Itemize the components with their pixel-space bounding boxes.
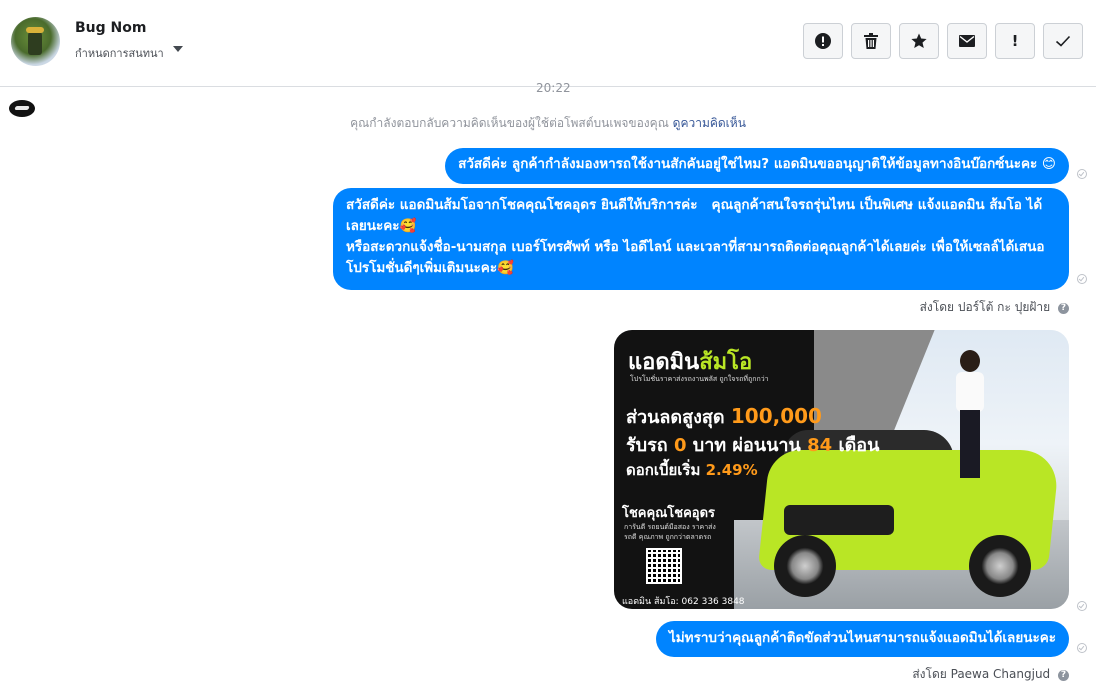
trash-icon [864, 33, 878, 49]
delete-button[interactable] [851, 23, 891, 59]
view-comment-link[interactable]: ดูความคิดเห็น [673, 116, 746, 130]
promo-line1-a: ส่วนลดสูงสุด [626, 407, 725, 428]
promo-line2-d: 84 [807, 435, 833, 456]
promo-line3-b: 2.49% [705, 461, 758, 479]
message-bubble[interactable]: สวัสดีค่ะ แอดมินส้มโอจากโชคคุณโชคอุดร ยิ… [333, 188, 1069, 290]
promo-line2-c: บาท ผ่อนนาน [692, 435, 801, 456]
promo-title-a: แอดมิน [628, 350, 700, 375]
promo-truck-wheel [774, 535, 836, 597]
message-bubble[interactable]: สวัสดีค่ะ ลูกค้ากำลังมองหารถใช้งานสักคัน… [445, 148, 1069, 184]
promo-interest-line: ดอกเบี้ยเริ่ม 2.49% [626, 458, 758, 482]
promo-person-pants [960, 410, 980, 478]
alert-circle-icon [815, 33, 831, 49]
promo-person-shirt [956, 372, 984, 412]
promo-person-head [960, 350, 980, 372]
chevron-down-icon[interactable] [173, 46, 183, 52]
promo-truck-grille [784, 505, 894, 535]
seen-check-icon [1077, 643, 1087, 653]
sent-by-text: ส่งโดย Paewa Changjud [912, 667, 1051, 681]
seen-check-icon [1077, 274, 1087, 284]
promo-subtitle: โปรโมชั่นราคาส่งรถงานพลัส ถูกใจรถที่ถูกก… [630, 375, 769, 383]
promo-image[interactable]: แอดมินส้มโอ โปรโมชั่นราคาส่งรถงานพลัส ถู… [614, 330, 1069, 609]
contact-name[interactable]: Bug Nom [75, 20, 146, 36]
page-logo-mark [14, 106, 30, 110]
avatar-hat [26, 27, 44, 33]
message-timestamp: 20:22 [536, 81, 571, 95]
sent-by-label: ส่งโดย Paewa Changjud ? [912, 665, 1069, 684]
report-spam-button[interactable] [803, 23, 843, 59]
promo-line3-a: ดอกเบี้ยเริ่ม [626, 461, 701, 479]
sent-by-text: ส่งโดย ปอร์โต้ กะ ปุยฝ้าย [919, 300, 1051, 314]
promo-title-b: ส้มโอ [699, 350, 753, 375]
help-icon[interactable]: ? [1058, 303, 1069, 314]
notice-text: คุณกำลังตอบกลับความคิดเห็นของผู้ใช้ต่อโพ… [350, 116, 669, 130]
promo-brand-sub: การันตี รถยนต์มือสอง ราคาส่ง รถดี คุณภาพ… [624, 523, 716, 541]
star-icon [911, 33, 927, 48]
envelope-icon [959, 35, 975, 47]
mark-done-button[interactable] [1043, 23, 1083, 59]
promo-line1-b: 100,000 [730, 404, 822, 428]
promo-phone: แอดมิน ส้มโอ: 062 336 3848 [622, 597, 745, 607]
promo-brand: โชคคุณโชคอุดร [622, 506, 715, 521]
qr-code [646, 548, 682, 584]
exclamation-icon: ! [1011, 32, 1019, 50]
assign-conversation-label[interactable]: กำหนดการสนทนา [75, 44, 164, 62]
seen-check-icon [1077, 169, 1087, 179]
contact-avatar[interactable] [11, 17, 60, 66]
mark-unread-button[interactable] [947, 23, 987, 59]
conversation-header: Bug Nom กำหนดการสนทนา ! [0, 0, 1096, 87]
promo-line2-e: เดือน [838, 435, 880, 456]
qr-code-pattern [648, 550, 680, 582]
message-bubble[interactable]: ไม่ทราบว่าคุณลูกค้าติดขัดส่วนไหนสามารถแจ… [655, 621, 1069, 657]
follow-up-button[interactable]: ! [995, 23, 1035, 59]
help-icon[interactable]: ? [1058, 670, 1069, 681]
promo-installment-line: รับรถ 0 บาท ผ่อนนาน 84 เดือน [626, 430, 879, 459]
promo-line2-a: รับรถ [626, 435, 668, 456]
promo-truck-wheel [969, 535, 1031, 597]
reply-context-notice: คุณกำลังตอบกลับความคิดเห็นของผู้ใช้ต่อโพ… [0, 114, 1096, 133]
seen-check-icon [1077, 601, 1087, 611]
sent-by-label: ส่งโดย ปอร์โต้ กะ ปุยฝ้าย ? [920, 298, 1069, 317]
promo-person [956, 350, 984, 480]
star-button[interactable] [899, 23, 939, 59]
promo-line2-b: 0 [673, 435, 687, 456]
check-icon [1055, 35, 1071, 47]
promo-discount-line: ส่วนลดสูงสุด 100,000 [626, 402, 822, 431]
